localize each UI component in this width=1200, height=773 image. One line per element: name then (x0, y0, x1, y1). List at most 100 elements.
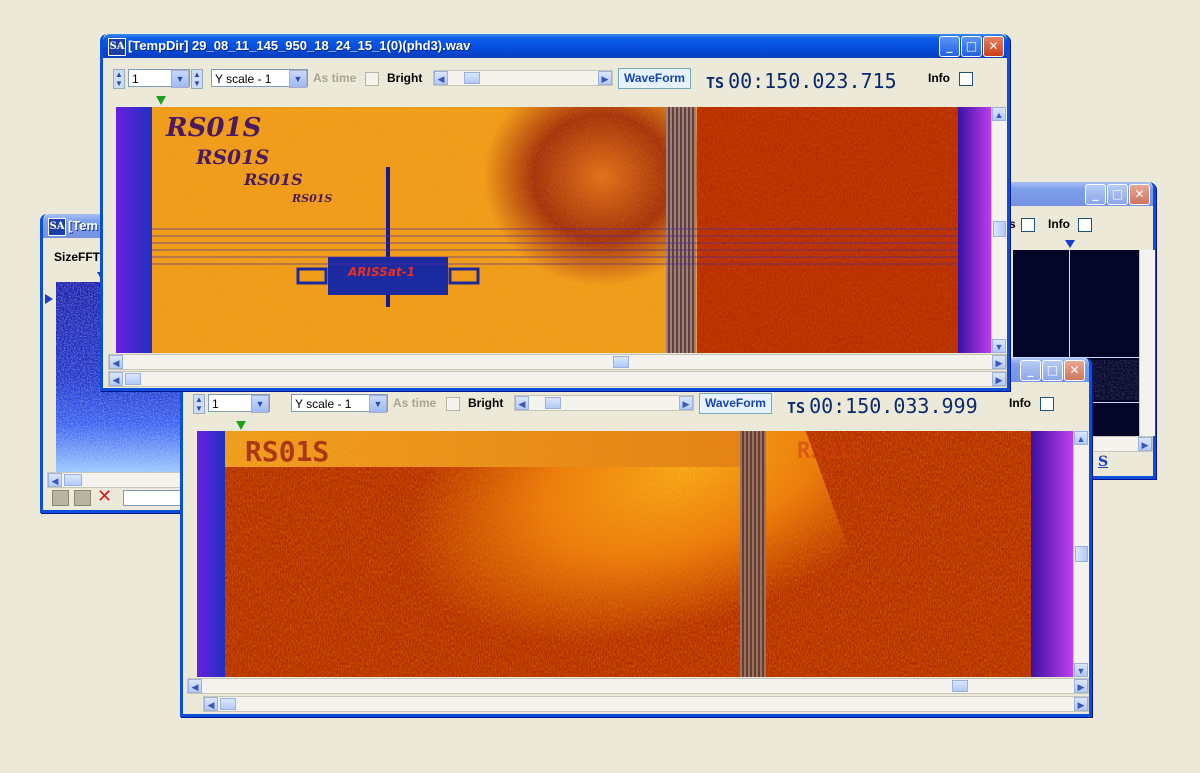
delete-icon[interactable]: ✕ (97, 486, 112, 507)
scroll-thumb[interactable] (220, 698, 236, 710)
bright-checkbox[interactable] (1021, 218, 1035, 232)
as-time-label: As time (393, 396, 437, 410)
window-horizontal-scrollbar[interactable]: ◀ ▶ (203, 696, 1089, 712)
channel-spinner-icon[interactable]: ▲ ▼ (193, 394, 205, 414)
toolbar: ▲ ▼ 1 ▼ Y scale - 1 ▼ As time Bright ◀ ▶ Wa… (183, 390, 1089, 418)
ts-label: TS (706, 74, 725, 92)
image-right-border (958, 107, 992, 353)
app-icon: SA (108, 38, 126, 56)
satellite-label: ARISSat-1 (348, 265, 416, 279)
vertical-scrollbar[interactable] (1139, 250, 1155, 436)
yscale-select[interactable]: Y scale - 1 ▼ (291, 394, 388, 413)
scroll-down-icon[interactable]: ▼ (1074, 663, 1088, 677)
scroll-left-icon[interactable]: ◀ (109, 372, 123, 386)
close-icon[interactable]: ✕ (1129, 184, 1150, 205)
waveform-button[interactable]: WaveForm (699, 393, 772, 414)
title-bar[interactable]: SA [TempDir] 29_08_11_145_950_18_24_15_1… (103, 34, 1007, 58)
channel-value: 1 (132, 72, 139, 86)
window-bottom[interactable]: _ □ ✕ ▲ ▼ 1 ▼ Y scale - 1 ▼ As time Bright … (180, 358, 1092, 717)
close-icon[interactable]: ✕ (1064, 360, 1085, 381)
scroll-left-icon[interactable]: ◀ (188, 679, 202, 693)
slider-left-icon[interactable]: ◀ (434, 71, 448, 85)
image-horizontal-scrollbar[interactable]: ◀ ▶ (108, 354, 1007, 370)
vertical-scrollbar[interactable]: ▲ ▼ (1073, 431, 1089, 677)
channel-value: 1 (212, 397, 219, 411)
folder-icon[interactable] (52, 490, 69, 506)
yscale-select[interactable]: Y scale - 1 ▼ (211, 69, 308, 88)
image-text-2: RS01S (797, 439, 864, 464)
sstv-image-view[interactable]: RS01S RS01S RS01S RS01S ARISSat-1 (116, 107, 992, 353)
sync-stripe (740, 431, 766, 677)
save-icon[interactable] (74, 490, 91, 506)
slider-thumb[interactable] (464, 72, 480, 84)
horizontal-scrollbar[interactable]: ◀ (47, 472, 189, 488)
minimize-icon[interactable]: _ (939, 36, 960, 57)
close-icon[interactable]: ✕ (983, 36, 1004, 57)
scroll-right-icon[interactable]: ▶ (992, 355, 1006, 369)
minimize-icon[interactable]: _ (1020, 360, 1041, 381)
bright-slider[interactable]: ◀ ▶ (514, 395, 694, 411)
scroll-thumb[interactable] (952, 680, 968, 692)
scroll-left-icon[interactable]: ◀ (204, 697, 218, 711)
scroll-down-icon[interactable]: ▼ (992, 339, 1006, 353)
info-checkbox[interactable] (1040, 397, 1054, 411)
channel-spinner-icon[interactable]: ▲ ▼ (113, 69, 125, 89)
slider-thumb[interactable] (545, 397, 561, 409)
yscale-value: Y scale - 1 (215, 72, 272, 86)
scroll-right-icon[interactable]: ▶ (1138, 437, 1152, 451)
sstv-image-view[interactable]: RS01S RS01S (197, 431, 1073, 677)
scroll-left-icon[interactable]: ◀ (48, 473, 62, 487)
waveform-button[interactable]: WaveForm (618, 68, 691, 89)
image-horizontal-scrollbar[interactable]: ◀ ▶ (187, 678, 1089, 694)
ts-value: 00:150.033.999 (809, 394, 978, 418)
slider-left-icon[interactable]: ◀ (515, 396, 529, 410)
maximize-icon[interactable]: □ (1042, 360, 1063, 381)
bright-label: Bright (468, 396, 504, 410)
chevron-down-icon[interactable]: ▼ (289, 70, 307, 88)
scroll-right-icon[interactable]: ▶ (1074, 697, 1088, 711)
as-time-checkbox[interactable] (446, 397, 460, 411)
scroll-up-icon[interactable]: ▲ (992, 107, 1006, 121)
window-horizontal-scrollbar[interactable]: ◀ ▶ (108, 371, 1007, 387)
yscale-value: Y scale - 1 (295, 397, 352, 411)
window-top[interactable]: SA [TempDir] 29_08_11_145_950_18_24_15_1… (100, 34, 1010, 391)
maximize-icon[interactable]: □ (1107, 184, 1128, 205)
window-title: [Tem (68, 218, 99, 233)
scroll-right-icon[interactable]: ▶ (992, 372, 1006, 386)
scroll-thumb[interactable] (64, 474, 82, 486)
minimize-icon[interactable]: _ (1085, 184, 1106, 205)
info-checkbox[interactable] (959, 72, 973, 86)
s-button[interactable]: S (1098, 454, 1108, 470)
position-marker-icon (236, 421, 246, 430)
image-body: RS01S RS01S RS01S RS01S ARISSat-1 (152, 107, 958, 353)
app-icon: SA (48, 218, 66, 236)
image-text-2: RS01S (196, 145, 270, 169)
chevron-down-icon[interactable]: ▼ (171, 70, 189, 88)
channel-select[interactable]: 1 ▼ (208, 394, 270, 413)
scroll-thumb[interactable] (125, 373, 141, 385)
info-checkbox[interactable] (1078, 218, 1092, 232)
as-time-checkbox[interactable] (365, 72, 379, 86)
channel-select[interactable]: 1 ▼ (128, 69, 190, 88)
window-title: [TempDir] 29_08_11_145_950_18_24_15_1(0)… (128, 38, 471, 53)
scroll-thumb[interactable] (613, 356, 629, 368)
timestamp: TS 00:150.033.999 (787, 394, 978, 418)
slider-right-icon[interactable]: ▶ (679, 396, 693, 410)
timestamp: TS 00:150.023.715 (706, 69, 897, 93)
vertical-scrollbar[interactable]: ▲ ▼ (991, 107, 1007, 353)
scroll-thumb[interactable] (1075, 546, 1088, 562)
title-bar[interactable]: _ □ ✕ (1003, 182, 1153, 206)
scroll-thumb[interactable] (993, 221, 1006, 237)
slider-right-icon[interactable]: ▶ (598, 71, 612, 85)
chevron-down-icon[interactable]: ▼ (251, 395, 269, 413)
scroll-up-icon[interactable]: ▲ (1074, 431, 1088, 445)
scroll-right-icon[interactable]: ▶ (1074, 679, 1088, 693)
scroll-left-icon[interactable]: ◀ (109, 355, 123, 369)
noise-band (152, 223, 958, 265)
maximize-icon[interactable]: □ (961, 36, 982, 57)
chevron-down-icon[interactable]: ▼ (369, 395, 387, 413)
bright-slider[interactable]: ◀ ▶ (433, 70, 613, 86)
image-left-border (116, 107, 152, 353)
channel-spinner-icon-2[interactable]: ▲ ▼ (191, 69, 203, 89)
ts-value: 00:150.023.715 (728, 69, 897, 93)
